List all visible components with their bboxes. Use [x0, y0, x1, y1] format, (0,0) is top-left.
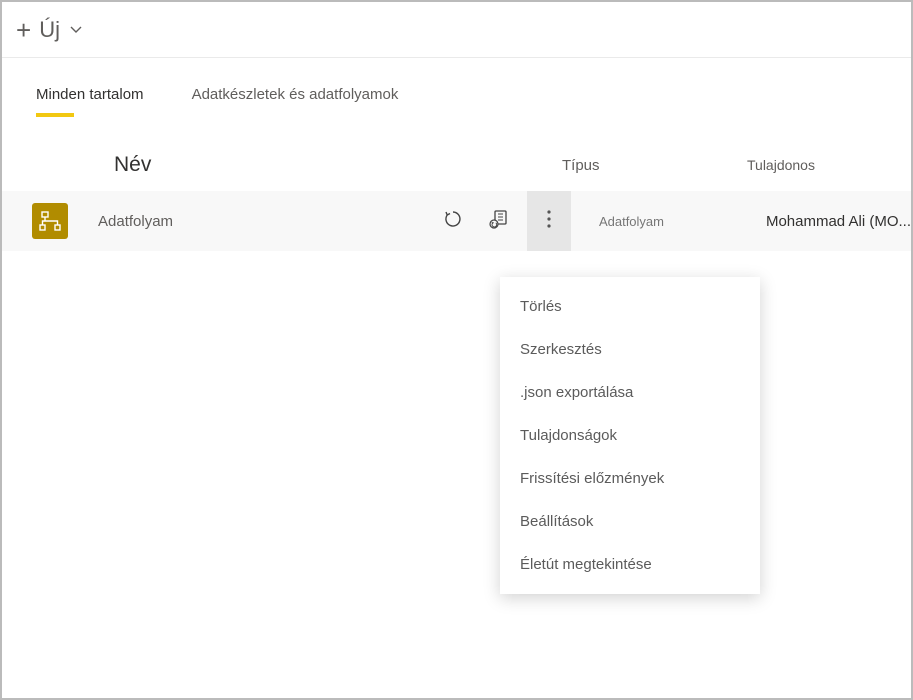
row-name: Adatfolyam	[98, 213, 435, 230]
menu-item-refresh-history[interactable]: Frissítési előzmények	[500, 457, 760, 500]
menu-item-properties[interactable]: Tulajdonságok	[500, 414, 760, 457]
tab-datasets-dataflows[interactable]: Adatkészletek és adatfolyamok	[192, 86, 399, 117]
more-options-button[interactable]	[527, 191, 571, 251]
menu-item-export-json[interactable]: .json exportálása	[500, 371, 760, 414]
tab-label: Adatkészletek és adatfolyamok	[192, 86, 399, 103]
tab-all-content[interactable]: Minden tartalom	[36, 86, 144, 117]
context-menu: Törlés Szerkesztés .json exportálása Tul…	[500, 277, 760, 594]
schedule-refresh-button[interactable]	[481, 203, 517, 239]
menu-item-edit[interactable]: Szerkesztés	[500, 328, 760, 371]
tab-label: Minden tartalom	[36, 86, 144, 103]
plus-icon: +	[16, 17, 31, 43]
new-button-label: Új	[39, 17, 60, 43]
new-button[interactable]: + Új	[10, 2, 88, 57]
row-icon-cell	[2, 203, 98, 239]
table-header-row: Név Típus Tulajdonos	[2, 117, 911, 191]
row-actions	[435, 191, 581, 251]
chevron-down-icon	[70, 26, 82, 34]
row-type: Adatfolyam	[581, 214, 766, 229]
more-vertical-icon	[547, 210, 551, 233]
menu-item-settings[interactable]: Beállítások	[500, 500, 760, 543]
column-header-type[interactable]: Típus	[562, 157, 747, 174]
toolbar: + Új	[2, 2, 911, 58]
table-row[interactable]: Adatfolyam	[2, 191, 911, 251]
tabs: Minden tartalom Adatkészletek és adatfol…	[2, 58, 911, 117]
refresh-icon	[443, 209, 463, 234]
refresh-button[interactable]	[435, 203, 471, 239]
schedule-refresh-icon	[489, 209, 509, 234]
dataflow-icon	[32, 203, 68, 239]
menu-item-view-lineage[interactable]: Életút megtekintése	[500, 543, 760, 586]
column-header-owner[interactable]: Tulajdonos	[747, 157, 815, 173]
row-owner: Mohammad Ali (MO...	[766, 213, 911, 230]
menu-item-delete[interactable]: Törlés	[500, 285, 760, 328]
column-header-name[interactable]: Név	[2, 153, 562, 177]
